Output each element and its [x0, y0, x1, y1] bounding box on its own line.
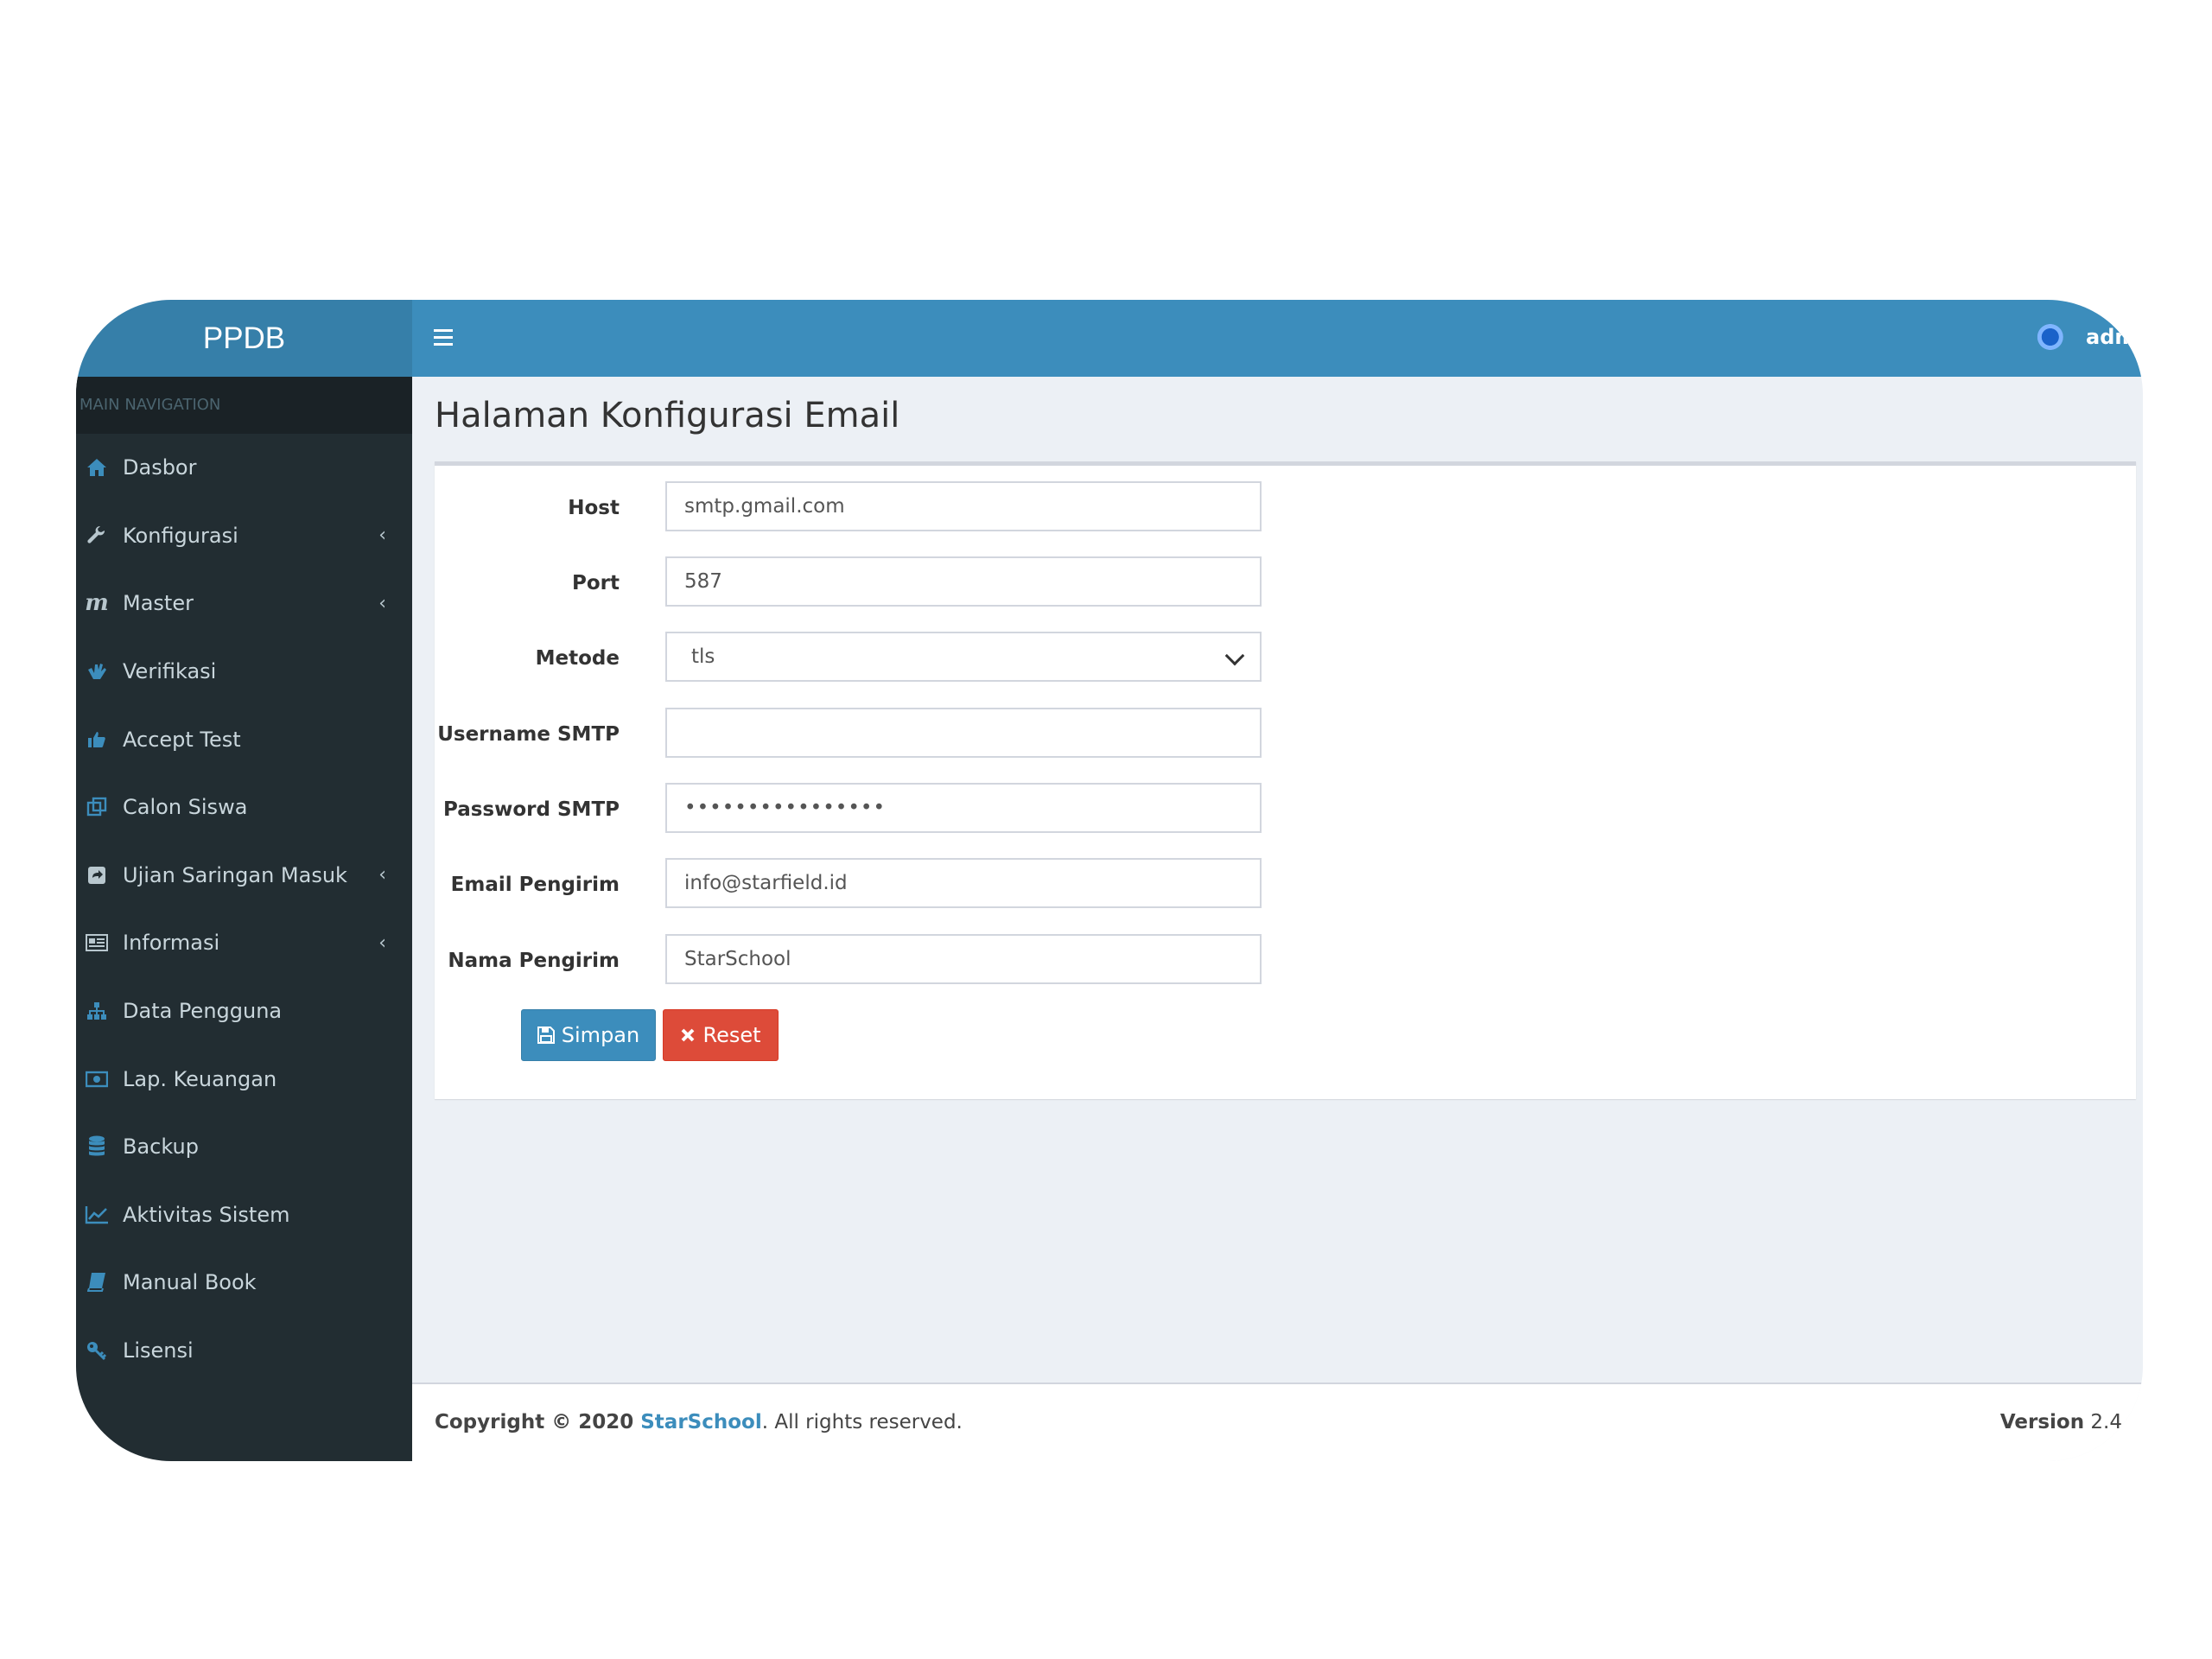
chevron-left-icon: ‹	[378, 524, 386, 547]
footer: Copyright © 2020 StarSchool. All rights …	[412, 1382, 2143, 1461]
m-icon: m	[85, 590, 109, 617]
share-square-icon	[85, 863, 109, 887]
sidebar-item-lap-keuangan[interactable]: Lap. Keuangan	[76, 1045, 412, 1113]
form-row-metode: Metode tls	[435, 632, 2136, 685]
email-pengirim-label: Email Pengirim	[450, 874, 620, 896]
newspaper-icon	[85, 931, 109, 955]
wrench-icon	[85, 524, 109, 548]
sidebar-toggle-icon[interactable]	[434, 325, 453, 349]
nama-pengirim-input[interactable]	[665, 934, 1262, 984]
footer-copyright: Copyright © 2020 StarSchool. All rights …	[435, 1384, 963, 1461]
metode-label: Metode	[535, 647, 620, 670]
sidebar-item-label: Manual Book	[123, 1270, 257, 1295]
sidebar-item-calon-siswa[interactable]: Calon Siswa	[76, 773, 412, 842]
username-label: Username SMTP	[437, 723, 620, 746]
chevron-left-icon: ‹	[378, 864, 386, 887]
metode-select[interactable]: tls	[665, 632, 1262, 682]
sidebar-item-konfigurasi[interactable]: Konfigurasi ‹	[76, 502, 412, 570]
sitemap-icon	[85, 999, 109, 1023]
reset-button-label: Reset	[702, 1023, 761, 1047]
sidebar-item-data-pengguna[interactable]: Data Pengguna	[76, 977, 412, 1046]
sidebar-item-label: Ujian Saringan Masuk	[123, 862, 347, 887]
footer-version: Version 2.4	[2000, 1384, 2122, 1461]
sidebar-header: MAIN NAVIGATION	[76, 377, 412, 434]
close-icon	[682, 1028, 695, 1042]
key-icon	[85, 1338, 109, 1363]
hand-icon	[85, 659, 109, 683]
form-row-email-pengirim: Email Pengirim	[435, 858, 2136, 912]
sidebar-item-master[interactable]: m Master ‹	[76, 569, 412, 638]
database-icon	[85, 1135, 109, 1159]
page-title: Halaman Konfigurasi Email	[435, 396, 900, 435]
top-navbar: admin	[412, 300, 2143, 377]
reset-button[interactable]: Reset	[663, 1009, 779, 1061]
sidebar-item-verifikasi[interactable]: Verifikasi	[76, 638, 412, 706]
avatar	[2036, 319, 2072, 355]
sidebar-item-label: Lisensi	[123, 1338, 194, 1363]
sidebar-item-lisensi[interactable]: Lisensi	[76, 1317, 412, 1385]
sidebar-item-label: Accept Test	[123, 727, 241, 752]
sidebar-item-manual-book[interactable]: Manual Book	[76, 1249, 412, 1317]
sidebar-item-accept-test[interactable]: Accept Test	[76, 705, 412, 773]
nama-pengirim-label: Nama Pengirim	[448, 950, 620, 972]
port-label: Port	[572, 572, 620, 594]
version-label: Version	[1999, 1411, 2085, 1433]
form-row-password: Password SMTP	[435, 783, 2136, 836]
password-input[interactable]	[665, 783, 1262, 833]
sidebar-item-label: Lap. Keuangan	[123, 1066, 277, 1091]
save-button[interactable]: Simpan	[521, 1009, 656, 1061]
email-config-form: Host Port Metode tls Username SMTP Passw…	[435, 461, 2136, 1099]
book-icon	[85, 1270, 109, 1294]
clone-icon	[85, 795, 109, 819]
sidebar-item-informasi[interactable]: Informasi ‹	[76, 909, 412, 977]
money-icon	[85, 1067, 109, 1091]
copyright-prefix: Copyright © 2020	[435, 1411, 641, 1433]
form-row-port: Port	[435, 556, 2136, 610]
line-chart-icon	[85, 1203, 109, 1227]
sidebar-item-label: Dasbor	[123, 455, 197, 480]
sidebar-item-label: Informasi	[123, 931, 220, 956]
footer-brand-link[interactable]: StarSchool	[640, 1411, 761, 1433]
form-actions: Simpan Reset	[435, 1009, 2136, 1063]
port-input[interactable]	[665, 556, 1262, 607]
user-menu[interactable]: admin	[2036, 319, 2134, 355]
form-row-host: Host	[435, 481, 2136, 535]
sidebar-item-label: Data Pengguna	[123, 999, 283, 1024]
host-label: Host	[568, 497, 620, 519]
sidebar-item-label: Verifikasi	[123, 659, 217, 684]
app-logo[interactable]: PPDB	[76, 300, 412, 377]
sidebar: MAIN NAVIGATION Dasbor Konfigurasi ‹ m M…	[76, 377, 412, 1461]
version-value: 2.4	[2090, 1411, 2122, 1433]
form-row-nama-pengirim: Nama Pengirim	[435, 934, 2136, 988]
sidebar-item-label: Backup	[123, 1135, 199, 1160]
logo-text: PPDB	[202, 321, 286, 355]
password-label: Password SMTP	[442, 798, 620, 821]
save-button-label: Simpan	[561, 1023, 640, 1047]
sidebar-item-ujian-saringan-masuk[interactable]: Ujian Saringan Masuk ‹	[76, 842, 412, 910]
sidebar-item-label: Aktivitas Sistem	[123, 1202, 290, 1227]
sidebar-item-aktivitas-sistem[interactable]: Aktivitas Sistem	[76, 1181, 412, 1249]
sidebar-item-dasbor[interactable]: Dasbor	[76, 434, 412, 502]
email-pengirim-input[interactable]	[665, 858, 1262, 908]
sidebar-item-label: Master	[123, 591, 194, 616]
chevron-left-icon: ‹	[378, 931, 386, 954]
username-input[interactable]	[665, 708, 1262, 758]
home-icon	[85, 455, 109, 480]
sidebar-item-label: Konfigurasi	[123, 523, 238, 548]
sidebar-item-label: Calon Siswa	[123, 795, 248, 820]
thumbs-up-icon	[85, 728, 109, 752]
chevron-left-icon: ‹	[378, 592, 386, 614]
save-icon	[537, 1027, 555, 1044]
host-input[interactable]	[665, 481, 1262, 531]
app-window: PPDB admin MAIN NAVIGATION Dasbor Konfig…	[76, 300, 2143, 1461]
sidebar-item-backup[interactable]: Backup	[76, 1113, 412, 1181]
form-row-username: Username SMTP	[435, 708, 2136, 761]
copyright-suffix: . All rights reserved.	[761, 1411, 963, 1433]
user-name: admin	[2086, 325, 2134, 349]
